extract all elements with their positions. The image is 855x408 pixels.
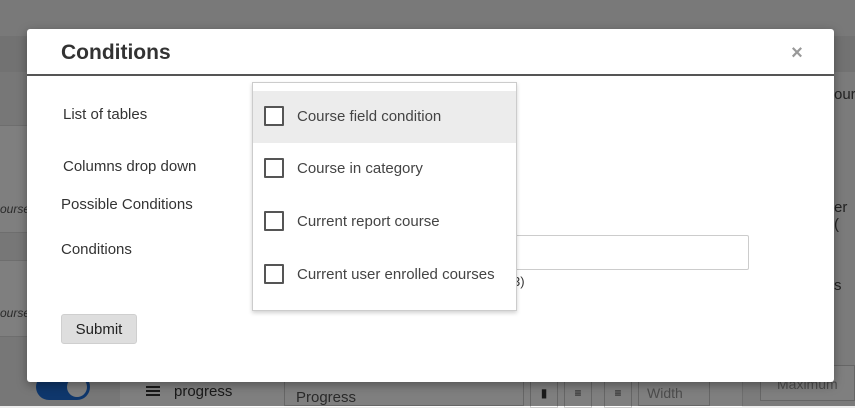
- close-icon[interactable]: ×: [788, 43, 806, 63]
- checkbox[interactable]: [264, 158, 284, 178]
- option-label: Course field condition: [297, 108, 442, 125]
- header-divider: [27, 74, 834, 76]
- submit-button[interactable]: Submit: [61, 314, 137, 344]
- dropdown-option[interactable]: Course in category: [253, 143, 516, 195]
- checkbox[interactable]: [264, 211, 284, 231]
- dropdown-option[interactable]: Course field condition: [253, 91, 516, 143]
- columns-drop-down-label: Columns drop down: [63, 158, 197, 175]
- list-of-tables-label: List of tables: [63, 106, 148, 123]
- modal-header: Conditions ×: [27, 29, 834, 75]
- possible-conditions-dropdown: Course field condition Course in categor…: [252, 82, 517, 311]
- dropdown-option[interactable]: Current report course: [253, 196, 516, 248]
- option-label: Current user enrolled courses: [297, 266, 495, 283]
- checkbox[interactable]: [264, 264, 284, 284]
- dropdown-option[interactable]: Current user enrolled courses: [253, 249, 516, 301]
- conditions-input[interactable]: [513, 235, 749, 270]
- option-label: Course in category: [297, 160, 423, 177]
- modal-title: Conditions: [61, 41, 171, 64]
- conditions-label: Conditions: [61, 241, 132, 258]
- checkbox[interactable]: [264, 106, 284, 126]
- option-label: Current report course: [297, 213, 440, 230]
- possible-conditions-label: Possible Conditions: [61, 196, 193, 213]
